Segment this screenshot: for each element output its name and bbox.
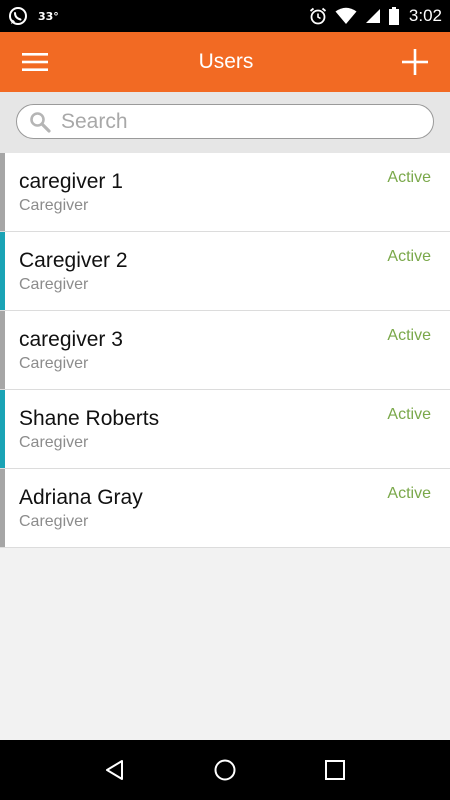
clock: 3:02 [408, 6, 442, 25]
user-name: Adriana Gray [19, 486, 143, 509]
user-name: Caregiver 2 [19, 249, 128, 272]
row-accent [0, 469, 5, 547]
recents-icon [324, 759, 346, 781]
user-name: caregiver 3 [19, 328, 123, 351]
navigation-bar [0, 740, 450, 800]
search-icon [29, 111, 51, 133]
status-badge: Active [387, 248, 431, 265]
user-row[interactable]: caregiver 1 Caregiver Active [0, 153, 450, 232]
user-role: Caregiver [19, 513, 89, 530]
home-icon [213, 758, 237, 782]
user-name: caregiver 1 [19, 170, 123, 193]
user-role: Caregiver [19, 355, 89, 372]
search-input[interactable] [61, 109, 401, 134]
menu-button[interactable] [0, 32, 70, 92]
plus-icon [402, 49, 428, 75]
status-badge: Active [387, 327, 431, 344]
status-badge: Active [387, 169, 431, 186]
signal-icon [365, 8, 381, 24]
temperature: 33° [38, 9, 59, 23]
status-badge: Active [387, 406, 431, 423]
whatsapp-icon [8, 6, 28, 26]
wifi-icon [335, 7, 357, 25]
user-row[interactable]: Caregiver 2 Caregiver Active [0, 232, 450, 311]
search-field[interactable] [16, 104, 434, 139]
row-accent [0, 232, 5, 310]
row-accent [0, 390, 5, 468]
user-role: Caregiver [19, 434, 89, 451]
status-bar: 33° 3:02 [0, 0, 450, 32]
search-bar [0, 92, 450, 153]
add-user-button[interactable] [380, 32, 450, 92]
back-button[interactable] [85, 740, 145, 800]
user-list: caregiver 1 Caregiver Active Caregiver 2… [0, 153, 450, 548]
row-accent [0, 153, 5, 231]
page-title: Users [198, 50, 254, 73]
battery-icon [388, 7, 399, 25]
user-name: Shane Roberts [19, 407, 160, 430]
user-row[interactable]: Adriana Gray Caregiver Active [0, 469, 450, 548]
home-button[interactable] [195, 740, 255, 800]
user-role: Caregiver [19, 276, 89, 293]
status-badge: Active [387, 485, 431, 502]
app-bar: Users [0, 32, 450, 92]
hamburger-icon [22, 52, 48, 72]
alarm-icon [309, 7, 327, 25]
recents-button[interactable] [305, 740, 365, 800]
row-accent [0, 311, 5, 389]
back-icon [103, 758, 127, 782]
user-row[interactable]: caregiver 3 Caregiver Active [0, 311, 450, 390]
user-role: Caregiver [19, 197, 89, 214]
user-row[interactable]: Shane Roberts Caregiver Active [0, 390, 450, 469]
